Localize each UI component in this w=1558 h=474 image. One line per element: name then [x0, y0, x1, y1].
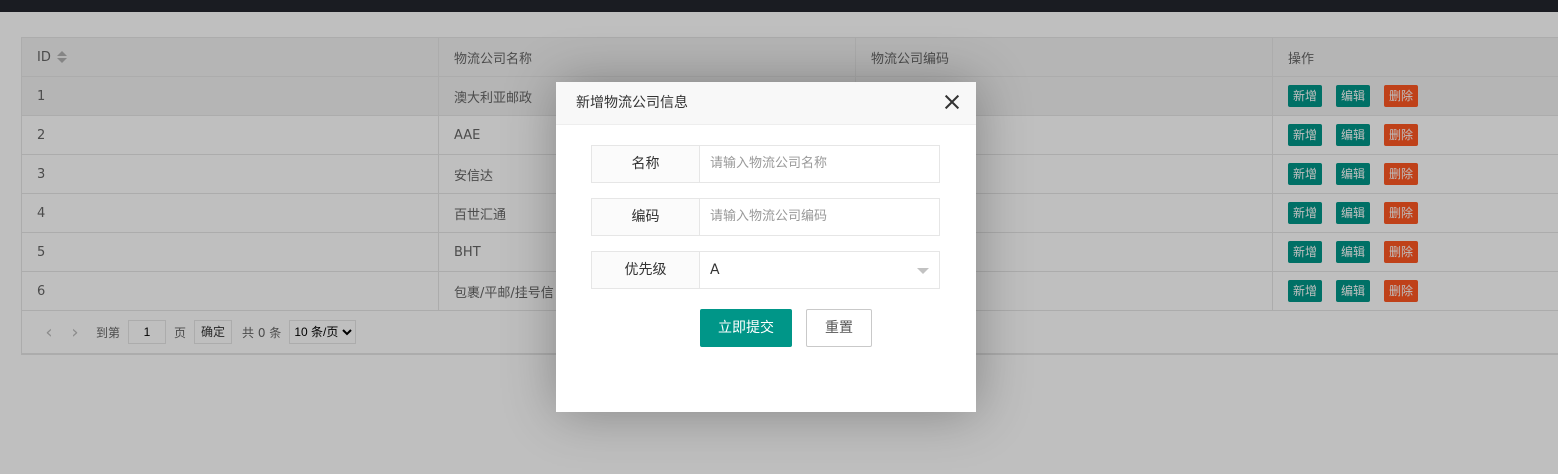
code-label: 编码: [591, 198, 700, 236]
submit-button[interactable]: 立即提交: [700, 309, 792, 347]
close-icon[interactable]: [944, 94, 960, 110]
code-row: 编码 请输入物流公司编码: [591, 198, 940, 236]
priority-label: 优先级: [591, 251, 700, 289]
priority-row: 优先级 A: [591, 251, 940, 289]
add-logistics-dialog: 新增物流公司信息 名称 请输入物流公司名称 编码 请输入物流公司编码 优先级 A…: [556, 82, 976, 412]
dialog-title: 新增物流公司信息: [556, 82, 976, 125]
name-input[interactable]: 请输入物流公司名称: [700, 145, 940, 183]
reset-button[interactable]: 重置: [806, 309, 872, 347]
code-input[interactable]: 请输入物流公司编码: [700, 198, 940, 236]
name-row: 名称 请输入物流公司名称: [591, 145, 940, 183]
chevron-down-icon: [917, 268, 929, 274]
name-label: 名称: [591, 145, 700, 183]
priority-select[interactable]: A: [700, 251, 940, 289]
priority-value: A: [710, 262, 720, 278]
